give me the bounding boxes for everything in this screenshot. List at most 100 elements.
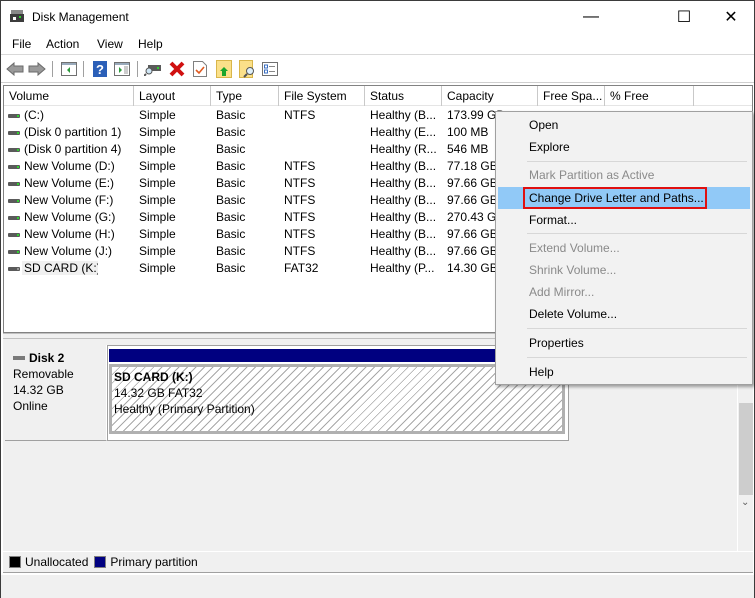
minimize-button[interactable]: —	[568, 1, 614, 33]
column-header-free-space[interactable]: Free Spa...	[538, 86, 605, 106]
scrollbar-thumb[interactable]	[739, 403, 753, 495]
back-arrow-icon	[6, 62, 24, 76]
menu-action[interactable]: Action	[46, 37, 79, 51]
menu-item-explore[interactable]: Explore	[498, 136, 750, 158]
cell-status: Healthy (B...	[370, 176, 437, 190]
cell-layout: Simple	[139, 210, 176, 224]
toolbar: ?	[1, 55, 754, 83]
menu-item-format[interactable]: Format...	[498, 209, 750, 231]
volume-drive-icon	[8, 216, 20, 220]
column-header-type[interactable]: Type	[211, 86, 279, 106]
cell-status: Healthy (P...	[370, 261, 435, 275]
menu-file[interactable]: File	[12, 37, 31, 51]
checklist-button[interactable]	[261, 60, 279, 78]
cell-status: Healthy (R...	[370, 142, 437, 156]
cell-status: Healthy (B...	[370, 108, 437, 122]
menu-item-delete-volume[interactable]: Delete Volume...	[498, 303, 750, 325]
cell-volume: (Disk 0 partition 1)	[24, 125, 122, 139]
volume-list-header: Volume Layout Type File System Status Ca…	[4, 86, 752, 106]
help-button[interactable]: ?	[91, 60, 109, 78]
folder-up-icon	[216, 60, 232, 78]
menu-item-change-drive-letter[interactable]: Change Drive Letter and Paths...	[498, 187, 750, 209]
partition-size-fs: 14.32 GB FAT32	[114, 386, 203, 400]
cell-layout: Simple	[139, 142, 176, 156]
menu-help[interactable]: Help	[138, 37, 163, 51]
menu-item-help[interactable]: Help	[498, 361, 750, 383]
cell-layout: Simple	[139, 176, 176, 190]
removable-disk-icon	[13, 356, 25, 360]
maximize-button[interactable]: ☐	[661, 1, 707, 33]
cell-type: Basic	[216, 176, 246, 190]
back-button[interactable]	[6, 60, 24, 78]
connect-drive-button[interactable]	[144, 60, 162, 78]
cell-file-system: NTFS	[284, 176, 316, 190]
cell-status: Healthy (B...	[370, 193, 437, 207]
cell-file-system: NTFS	[284, 210, 316, 224]
cell-volume: New Volume (G:)	[24, 210, 116, 224]
minimize-icon: —	[583, 8, 599, 25]
cell-type: Basic	[216, 244, 246, 258]
folder-search-button[interactable]	[238, 60, 256, 78]
svg-text:?: ?	[96, 62, 104, 77]
properties-checkmark-icon	[193, 61, 207, 77]
volume-drive-icon	[8, 131, 20, 135]
help-icon: ?	[93, 61, 107, 77]
cell-type: Basic	[216, 261, 246, 275]
forward-button[interactable]	[28, 60, 46, 78]
menu-view[interactable]: View	[97, 37, 123, 51]
context-menu: Open Explore Mark Partition as Active Ch…	[495, 111, 753, 385]
show-hide-console-tree-button[interactable]	[60, 60, 78, 78]
close-icon: ✕	[724, 9, 738, 26]
connect-drive-icon	[144, 65, 161, 76]
cell-type: Basic	[216, 227, 246, 241]
menu-separator	[527, 233, 747, 234]
show-hide-action-pane-button[interactable]	[113, 60, 131, 78]
title-bar: Disk Management — ☐ ✕	[1, 1, 754, 33]
folder-search-icon	[239, 60, 254, 78]
toolbar-separator	[137, 61, 138, 77]
volume-drive-icon	[8, 199, 20, 203]
menu-bar: File Action View Help	[1, 33, 754, 55]
menu-separator	[527, 357, 747, 358]
unallocated-swatch	[9, 556, 21, 568]
cell-volume: New Volume (H:)	[24, 227, 115, 241]
toolbar-separator	[52, 61, 53, 77]
menu-item-mark-partition-active: Mark Partition as Active	[529, 168, 655, 182]
delete-button[interactable]	[168, 60, 186, 78]
cell-type: Basic	[216, 142, 246, 156]
scroll-down-icon[interactable]: ⌄	[741, 497, 749, 508]
legend-primary-partition: Primary partition	[110, 555, 198, 569]
disk-2-label[interactable]: Disk 2 Removable 14.32 GB Online	[5, 345, 107, 441]
cell-file-system: FAT32	[284, 261, 319, 275]
cell-volume: New Volume (D:)	[24, 159, 115, 173]
forward-arrow-icon	[28, 62, 46, 76]
column-header-percent-free[interactable]: % Free	[605, 86, 694, 106]
show-hide-action-pane-icon	[114, 62, 130, 76]
column-header-capacity[interactable]: Capacity	[442, 86, 538, 106]
checklist-icon	[262, 62, 278, 76]
volume-drive-icon	[8, 165, 20, 169]
folder-up-button[interactable]	[215, 60, 233, 78]
cell-file-system: NTFS	[284, 244, 316, 258]
disk-state: Online	[13, 399, 48, 413]
column-header-layout[interactable]: Layout	[134, 86, 211, 106]
cell-type: Basic	[216, 193, 246, 207]
properties-button[interactable]	[191, 60, 209, 78]
column-header-file-system[interactable]: File System	[279, 86, 365, 106]
menu-separator	[527, 328, 747, 329]
close-button[interactable]: ✕	[708, 1, 754, 33]
legend: Unallocated Primary partition	[3, 551, 753, 573]
column-header-status[interactable]: Status	[365, 86, 442, 106]
cell-type: Basic	[216, 108, 246, 122]
window-title: Disk Management	[32, 10, 129, 24]
cell-file-system: NTFS	[284, 108, 316, 122]
cell-volume: New Volume (E:)	[24, 176, 115, 190]
column-header-volume[interactable]: Volume	[4, 86, 134, 106]
cell-volume: New Volume (J:)	[24, 244, 113, 258]
volume-drive-icon	[8, 233, 20, 237]
cell-layout: Simple	[139, 125, 176, 139]
menu-item-properties[interactable]: Properties	[498, 332, 750, 354]
disk-name: Disk 2	[29, 351, 65, 365]
menu-item-open[interactable]: Open	[498, 114, 750, 136]
disk-size: 14.32 GB	[13, 383, 64, 397]
